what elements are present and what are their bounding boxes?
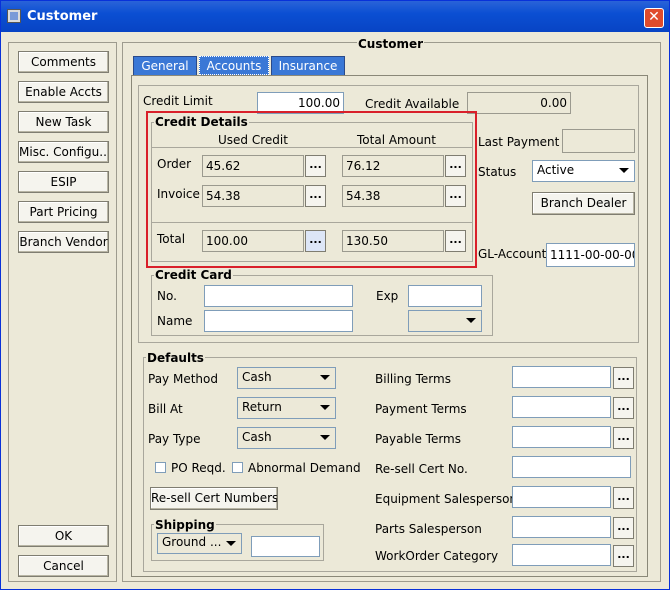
resell-cert-no-input[interactable] xyxy=(512,456,631,478)
chevron-down-icon xyxy=(466,318,476,323)
close-icon: ✕ xyxy=(648,9,660,25)
chevron-down-icon xyxy=(619,168,629,173)
pay-method-value: Cash xyxy=(242,370,272,384)
credit-available-field: 0.00 xyxy=(467,92,571,114)
bill-at-value: Return xyxy=(242,400,282,414)
card-no-label: No. xyxy=(157,289,177,303)
payment-terms-label: Payment Terms xyxy=(375,402,467,416)
card-exp-label: Exp xyxy=(376,289,399,303)
pay-type-value: Cash xyxy=(242,430,272,444)
misc-config-button[interactable]: Misc. Configu... xyxy=(18,141,109,163)
billing-terms-label: Billing Terms xyxy=(375,372,451,386)
last-payment-label: Last Payment xyxy=(478,135,560,149)
card-name-label: Name xyxy=(157,314,193,328)
shipping-input[interactable] xyxy=(251,536,320,557)
cancel-button[interactable]: Cancel xyxy=(18,555,109,577)
esip-button[interactable]: ESIP xyxy=(18,171,109,193)
shipping-select[interactable]: Ground ... xyxy=(157,533,242,554)
shipping-value: Ground ... xyxy=(162,535,222,549)
payable-terms-input[interactable] xyxy=(512,426,611,448)
chevron-down-icon xyxy=(226,541,236,546)
abnormal-demand-checkbox[interactable] xyxy=(232,462,243,473)
status-label: Status xyxy=(478,165,517,179)
parts-salesperson-input[interactable] xyxy=(512,516,611,538)
bill-at-label: Bill At xyxy=(148,402,183,416)
payable-terms-label: Payable Terms xyxy=(375,432,461,446)
equipment-salesperson-ellipsis-button[interactable]: ... xyxy=(613,487,634,509)
abnormal-demand-label: Abnormal Demand xyxy=(248,461,361,475)
branch-dealer-button[interactable]: Branch Dealer xyxy=(532,192,635,215)
credit-available-label: Credit Available xyxy=(365,97,460,111)
equipment-salesperson-label: Equipment Salesperson xyxy=(375,492,518,506)
tab-insurance[interactable]: Insurance xyxy=(271,56,345,75)
card-exp-select[interactable] xyxy=(408,310,482,332)
gl-account-label: GL-Account xyxy=(478,247,547,261)
pay-method-select[interactable]: Cash xyxy=(237,367,336,389)
po-reqd-label: PO Reqd. xyxy=(171,461,226,475)
chevron-down-icon xyxy=(320,435,330,440)
comments-button[interactable]: Comments xyxy=(18,51,109,73)
highlight-outline xyxy=(146,111,477,268)
pay-type-select[interactable]: Cash xyxy=(237,427,336,449)
billing-terms-input[interactable] xyxy=(512,366,611,388)
workorder-category-label: WorkOrder Category xyxy=(375,549,499,563)
payable-terms-ellipsis-button[interactable]: ... xyxy=(613,427,634,449)
status-value: Active xyxy=(537,163,575,177)
title-bar: Customer ✕ xyxy=(1,1,669,32)
gl-account-input[interactable]: 1111-00-00-00- xyxy=(546,243,635,267)
pay-method-label: Pay Method xyxy=(148,372,218,386)
card-name-input[interactable] xyxy=(204,310,353,332)
enable-accts-button[interactable]: Enable Accts xyxy=(18,81,109,103)
parts-salesperson-ellipsis-button[interactable]: ... xyxy=(613,517,634,539)
credit-card-title: Credit Card xyxy=(154,268,233,282)
po-reqd-checkbox[interactable] xyxy=(155,462,166,473)
billing-terms-ellipsis-button[interactable]: ... xyxy=(613,367,634,389)
resell-cert-numbers-button[interactable]: Re-sell Cert Numbers xyxy=(150,487,278,510)
credit-limit-label: Credit Limit xyxy=(143,94,213,108)
tab-accounts[interactable]: Accounts xyxy=(199,56,269,75)
workorder-category-input[interactable] xyxy=(512,544,611,566)
payment-terms-ellipsis-button[interactable]: ... xyxy=(613,397,634,419)
equipment-salesperson-input[interactable] xyxy=(512,486,611,508)
last-payment-field xyxy=(562,129,635,153)
bill-at-select[interactable]: Return xyxy=(237,397,336,419)
ok-button[interactable]: OK xyxy=(18,525,109,547)
payment-terms-input[interactable] xyxy=(512,396,611,418)
card-exp-input[interactable] xyxy=(408,285,482,307)
tab-general[interactable]: General xyxy=(133,56,197,75)
chevron-down-icon xyxy=(320,375,330,380)
pay-type-label: Pay Type xyxy=(148,432,201,446)
shipping-title: Shipping xyxy=(154,518,216,532)
status-select[interactable]: Active xyxy=(532,160,635,182)
customer-group-title: Customer xyxy=(357,37,425,51)
new-task-button[interactable]: New Task xyxy=(18,111,109,133)
workorder-category-ellipsis-button[interactable]: ... xyxy=(613,545,634,567)
branch-vendor-button[interactable]: Branch Vendor xyxy=(18,231,109,253)
window-title: Customer xyxy=(27,9,98,24)
parts-salesperson-label: Parts Salesperson xyxy=(375,522,482,536)
chevron-down-icon xyxy=(320,405,330,410)
resell-cert-no-label: Re-sell Cert No. xyxy=(375,462,468,476)
app-icon xyxy=(7,9,21,23)
defaults-title: Defaults xyxy=(146,351,205,365)
card-no-input[interactable] xyxy=(204,285,353,307)
part-pricing-button[interactable]: Part Pricing xyxy=(18,201,109,223)
close-button[interactable]: ✕ xyxy=(644,8,664,28)
